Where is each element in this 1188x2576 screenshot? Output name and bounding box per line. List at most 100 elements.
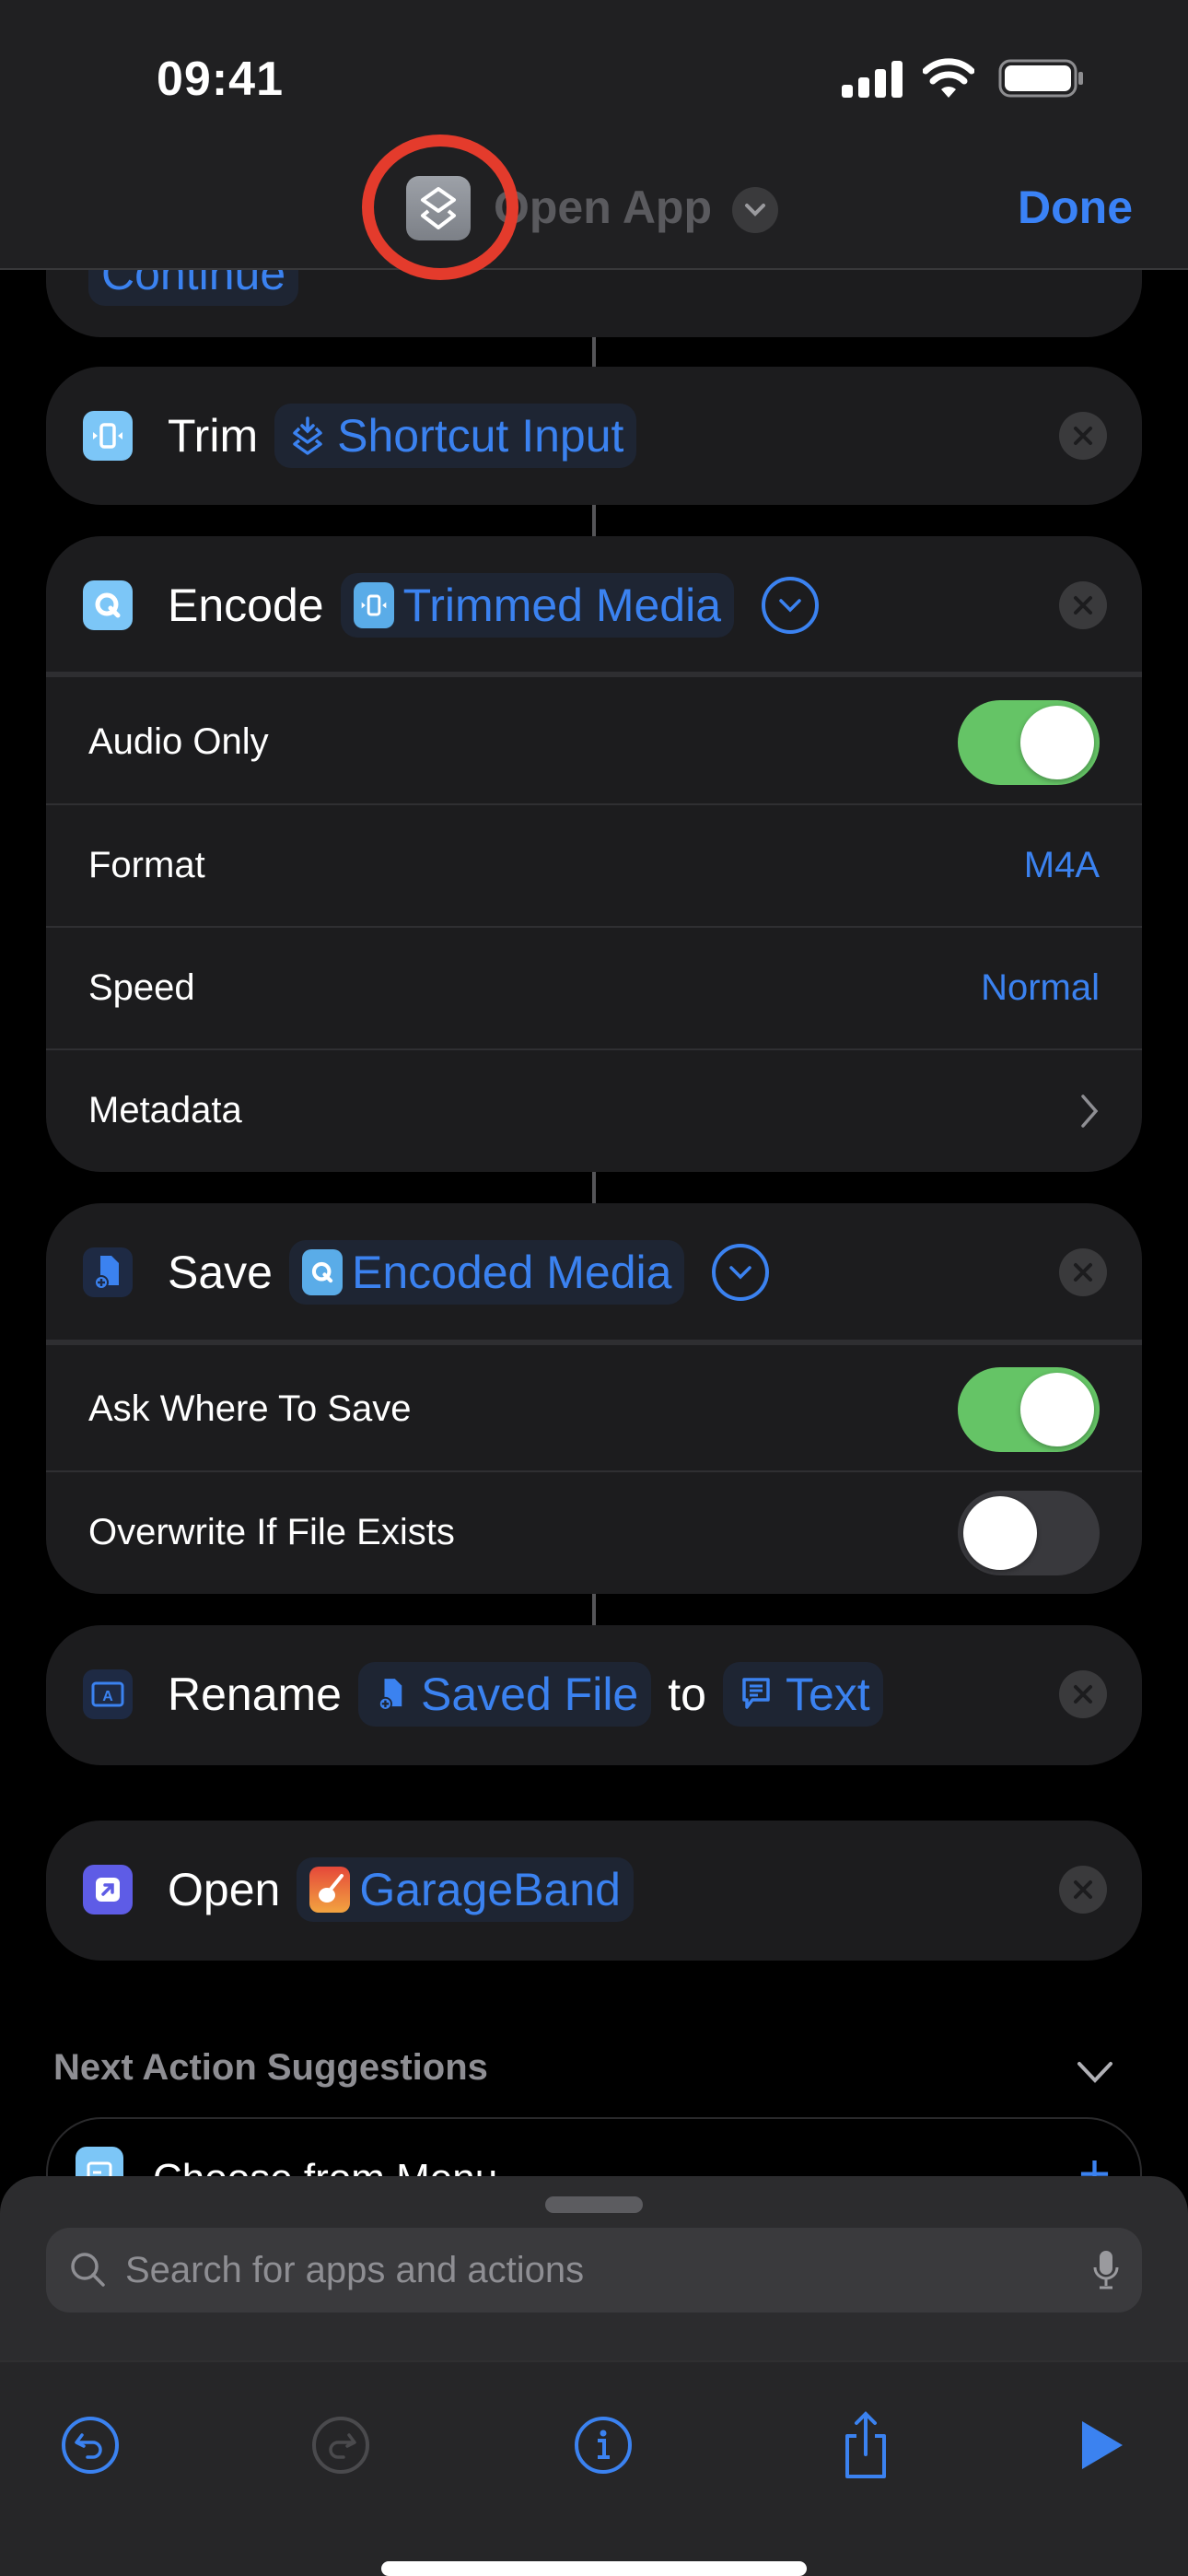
collapse-suggestions-chevron-icon[interactable] [1074, 2055, 1116, 2091]
chevron-down-icon [745, 204, 765, 217]
audio-only-toggle[interactable] [958, 699, 1100, 785]
wifi-icon [923, 58, 974, 98]
metadata-row[interactable]: Metadata [46, 1048, 1142, 1171]
remove-open-button[interactable] [1059, 1866, 1107, 1914]
chevron-right-icon [1081, 1094, 1099, 1128]
open-action-card[interactable]: Open GarageBand [46, 1821, 1142, 1961]
speed-value[interactable]: Normal [981, 967, 1100, 1009]
shortcut-input-icon [287, 413, 328, 459]
home-indicator [381, 2561, 807, 2576]
text-token-label: Text [785, 1669, 870, 1720]
remove-save-button[interactable] [1059, 1248, 1107, 1296]
next-action-suggestions-heading: Next Action Suggestions [53, 2047, 488, 2088]
trimmed-media-label: Trimmed Media [402, 580, 722, 631]
trim-media-icon [83, 411, 133, 461]
ask-where-toggle[interactable] [958, 1366, 1100, 1452]
rename-to-label: to [668, 1669, 706, 1720]
action-connector [592, 1172, 596, 1203]
title-menu-chevron-button[interactable] [732, 187, 778, 233]
encoded-media-token[interactable]: Encoded Media [288, 1240, 685, 1305]
encoded-media-icon [301, 1249, 343, 1295]
play-icon [1082, 2421, 1123, 2469]
save-action-card[interactable]: Save Encoded Media Ask Where To Save Ove… [46, 1203, 1142, 1594]
action-connector [592, 505, 596, 536]
overwrite-label: Overwrite If File Exists [88, 1512, 455, 1552]
open-app-icon [83, 1865, 133, 1914]
encode-label: Encode [168, 580, 324, 631]
save-label: Save [168, 1247, 273, 1298]
chevron-down-icon [729, 1266, 752, 1280]
section-divider [46, 1340, 1142, 1345]
rename-action-card[interactable]: A Rename Saved File to Text [46, 1625, 1142, 1765]
remove-rename-button[interactable] [1059, 1670, 1107, 1718]
trimmed-media-token[interactable]: Trimmed Media [340, 573, 735, 638]
sheet-drag-handle[interactable] [545, 2196, 643, 2213]
close-icon [1074, 1880, 1092, 1899]
close-icon [1074, 1263, 1092, 1282]
search-icon [71, 2253, 105, 2287]
action-connector [592, 1594, 596, 1625]
open-label: Open [168, 1864, 281, 1915]
expand-save-button[interactable] [712, 1244, 770, 1301]
action-search-sheet [0, 2176, 1188, 2576]
expand-encode-button[interactable] [762, 577, 820, 634]
info-icon [575, 2417, 632, 2474]
ask-where-row: Ask Where To Save [46, 1348, 1142, 1470]
trim-action-card[interactable]: Trim Shortcut Input [46, 367, 1142, 505]
action-connector [592, 337, 596, 367]
shortcut-title[interactable]: Open App [494, 181, 712, 234]
format-value[interactable]: M4A [1024, 845, 1100, 886]
shortcut-input-label: Shortcut Input [337, 410, 624, 462]
trim-label: Trim [168, 410, 259, 462]
run-button[interactable] [1065, 2408, 1138, 2482]
redo-icon [312, 2417, 369, 2474]
rename-label: Rename [168, 1669, 342, 1720]
overwrite-row: Overwrite If File Exists [46, 1470, 1142, 1593]
status-time: 09:41 [157, 53, 284, 106]
speed-row[interactable]: Speed Normal [46, 926, 1142, 1048]
encoded-media-label: Encoded Media [351, 1247, 672, 1298]
format-label: Format [88, 845, 205, 885]
encode-action-card[interactable]: Encode Trimmed Media Audio Only Format M… [46, 536, 1142, 1172]
microphone-icon[interactable] [1092, 2249, 1120, 2291]
garageband-token[interactable]: GarageBand [297, 1857, 634, 1922]
share-icon [845, 2411, 886, 2478]
metadata-label: Metadata [88, 1090, 242, 1130]
svg-text:A: A [102, 1689, 113, 1704]
section-divider [46, 672, 1142, 677]
navigation-header: 09:41 Open App Done [0, 0, 1188, 280]
text-icon [736, 1671, 776, 1717]
remove-trim-button[interactable] [1059, 412, 1107, 460]
ask-where-label: Ask Where To Save [88, 1388, 412, 1429]
done-button[interactable]: Done [1018, 181, 1133, 234]
close-icon [1074, 427, 1092, 445]
trimmed-media-icon [353, 582, 394, 628]
audio-only-row: Audio Only [46, 681, 1142, 803]
info-button[interactable] [566, 2408, 640, 2482]
overwrite-toggle[interactable] [958, 1490, 1100, 1575]
save-file-icon [83, 1247, 133, 1297]
saved-file-label: Saved File [421, 1669, 639, 1720]
format-row[interactable]: Format M4A [46, 803, 1142, 926]
remove-encode-button[interactable] [1059, 581, 1107, 629]
search-field[interactable] [46, 2228, 1142, 2313]
chevron-down-icon [779, 599, 801, 613]
garageband-app-icon [309, 1867, 351, 1913]
saved-file-token[interactable]: Saved File [358, 1662, 652, 1727]
highlight-annotation-circle [362, 135, 518, 280]
undo-icon [62, 2417, 119, 2474]
close-icon [1074, 596, 1092, 615]
rename-icon: A [83, 1669, 133, 1719]
shortcut-input-token[interactable]: Shortcut Input [274, 404, 637, 468]
text-token[interactable]: Text [722, 1662, 883, 1727]
editor-toolbar [0, 2360, 1188, 2576]
saved-file-icon [371, 1671, 412, 1717]
share-button[interactable] [829, 2408, 903, 2482]
redo-button[interactable] [304, 2408, 378, 2482]
battery-icon [998, 59, 1083, 98]
close-icon [1074, 1685, 1092, 1704]
garageband-label: GarageBand [359, 1864, 621, 1915]
search-input[interactable] [125, 2249, 1092, 2291]
undo-button[interactable] [53, 2408, 127, 2482]
speed-label: Speed [88, 967, 195, 1008]
